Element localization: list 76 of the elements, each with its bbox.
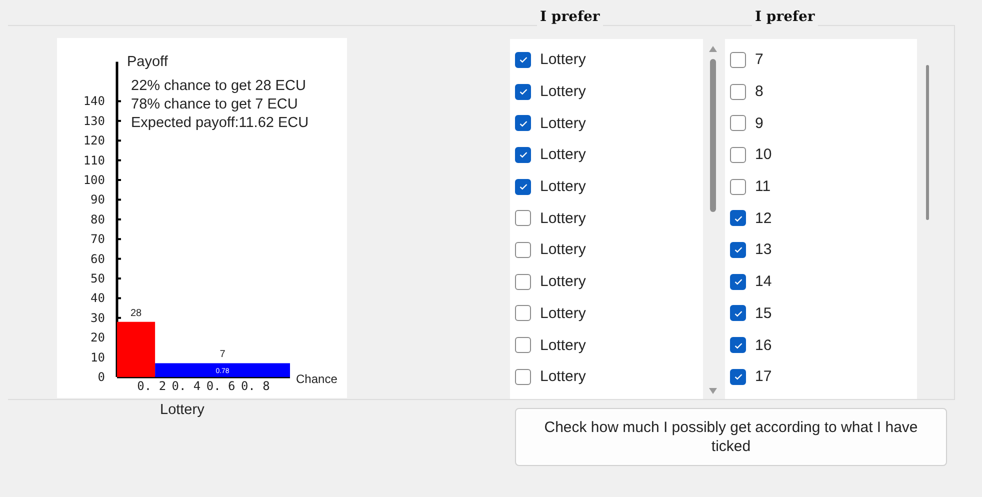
y-tick-label: 30 <box>90 310 105 325</box>
y-tick-label: 140 <box>83 94 105 108</box>
scroll-down-icon[interactable] <box>708 387 718 395</box>
checkbox-item[interactable]: 15 <box>725 298 917 330</box>
y-tick-label: 10 <box>90 350 105 364</box>
x-tick-label: 0. 4 <box>172 379 201 393</box>
checkbox[interactable] <box>515 274 531 290</box>
chart-caption: Lottery <box>160 402 204 418</box>
checkbox[interactable] <box>515 84 531 100</box>
y-tick-label: 0 <box>98 370 105 384</box>
checkbox-item[interactable]: 8 <box>725 76 917 108</box>
y-tick-label: 90 <box>90 192 105 207</box>
y-tick-label: 100 <box>83 173 105 187</box>
y-tick-label: 20 <box>90 330 105 345</box>
checkbox[interactable] <box>515 178 531 195</box>
checkbox-item[interactable]: 9 <box>725 107 917 140</box>
y-tick-label: 70 <box>90 232 105 246</box>
info-text: Expected payoff:11.62 ECU <box>131 115 309 131</box>
y-tick-label: 110 <box>83 153 105 168</box>
check-button[interactable]: Check how much I possibly get according to what I have ticked <box>515 408 947 466</box>
checkbox-item[interactable]: 16 <box>725 329 917 361</box>
checkbox[interactable] <box>730 337 746 354</box>
checkbox[interactable] <box>730 305 746 322</box>
checkbox-item[interactable]: Lottery <box>510 139 703 171</box>
y-tick-label: 120 <box>83 134 105 148</box>
y-tick-label: 130 <box>83 114 105 128</box>
checkbox[interactable] <box>730 178 746 195</box>
checkbox-item[interactable]: Lottery <box>510 107 703 140</box>
scroll-up-icon[interactable] <box>708 45 718 53</box>
checkbox-item[interactable]: 10 <box>725 139 917 171</box>
checkbox-item[interactable]: Lottery <box>510 76 703 108</box>
data-label: 28 <box>130 308 142 319</box>
checkbox-item[interactable]: Lottery <box>510 329 703 361</box>
checkbox-item[interactable]: 17 <box>725 360 917 393</box>
checkbox[interactable] <box>730 146 746 163</box>
list-heading: I prefer <box>537 9 603 29</box>
checkbox[interactable] <box>730 242 746 258</box>
axis-title: Chance <box>296 372 338 386</box>
x-tick-label: 0. 2 <box>137 379 166 393</box>
checkbox-item[interactable]: Lottery <box>510 298 703 330</box>
y-tick-label: 60 <box>90 252 105 266</box>
checkbox-item[interactable]: Lottery <box>510 234 703 266</box>
info-text: 78% chance to get 7 ECU <box>131 96 298 112</box>
checkbox-item[interactable]: Lottery <box>510 170 703 202</box>
checkbox[interactable] <box>515 146 531 163</box>
y-tick-label: 40 <box>90 291 105 306</box>
checkbox-item[interactable]: 12 <box>725 202 917 234</box>
checkbox-item[interactable]: Lottery <box>510 202 703 234</box>
checkbox-item[interactable]: Lottery <box>510 44 703 76</box>
list-heading: I prefer <box>752 9 818 29</box>
checkbox[interactable] <box>730 84 746 100</box>
checkbox[interactable] <box>515 52 531 68</box>
checkbox[interactable] <box>730 115 746 132</box>
checkbox-item[interactable]: 14 <box>725 266 917 298</box>
checkbox[interactable] <box>515 337 531 354</box>
checkbox[interactable] <box>515 368 531 385</box>
checkbox[interactable] <box>515 242 531 258</box>
checkbox-item[interactable]: 13 <box>725 234 917 266</box>
checkbox[interactable] <box>515 305 531 322</box>
data-label: 7 <box>220 349 226 360</box>
checkbox-item[interactable]: Lottery <box>510 266 703 298</box>
checkbox[interactable] <box>515 115 531 132</box>
checkbox[interactable] <box>730 52 746 68</box>
x-tick-label: 0. 8 <box>240 379 270 393</box>
y-tick-label: 80 <box>90 212 105 226</box>
checkbox[interactable] <box>730 368 746 385</box>
checkbox-item[interactable]: Lottery <box>510 360 703 393</box>
checkbox-item[interactable]: 11 <box>725 170 917 202</box>
checkbox[interactable] <box>730 274 746 290</box>
y-tick-label: 50 <box>90 272 105 286</box>
axis-title: Payoff <box>127 54 168 70</box>
checkbox[interactable] <box>730 210 746 226</box>
info-text: 22% chance to get 28 ECU <box>131 78 306 94</box>
checkbox-item[interactable]: 7 <box>725 44 917 76</box>
checkbox[interactable] <box>515 210 531 226</box>
x-tick-label: 0. 6 <box>206 379 236 393</box>
